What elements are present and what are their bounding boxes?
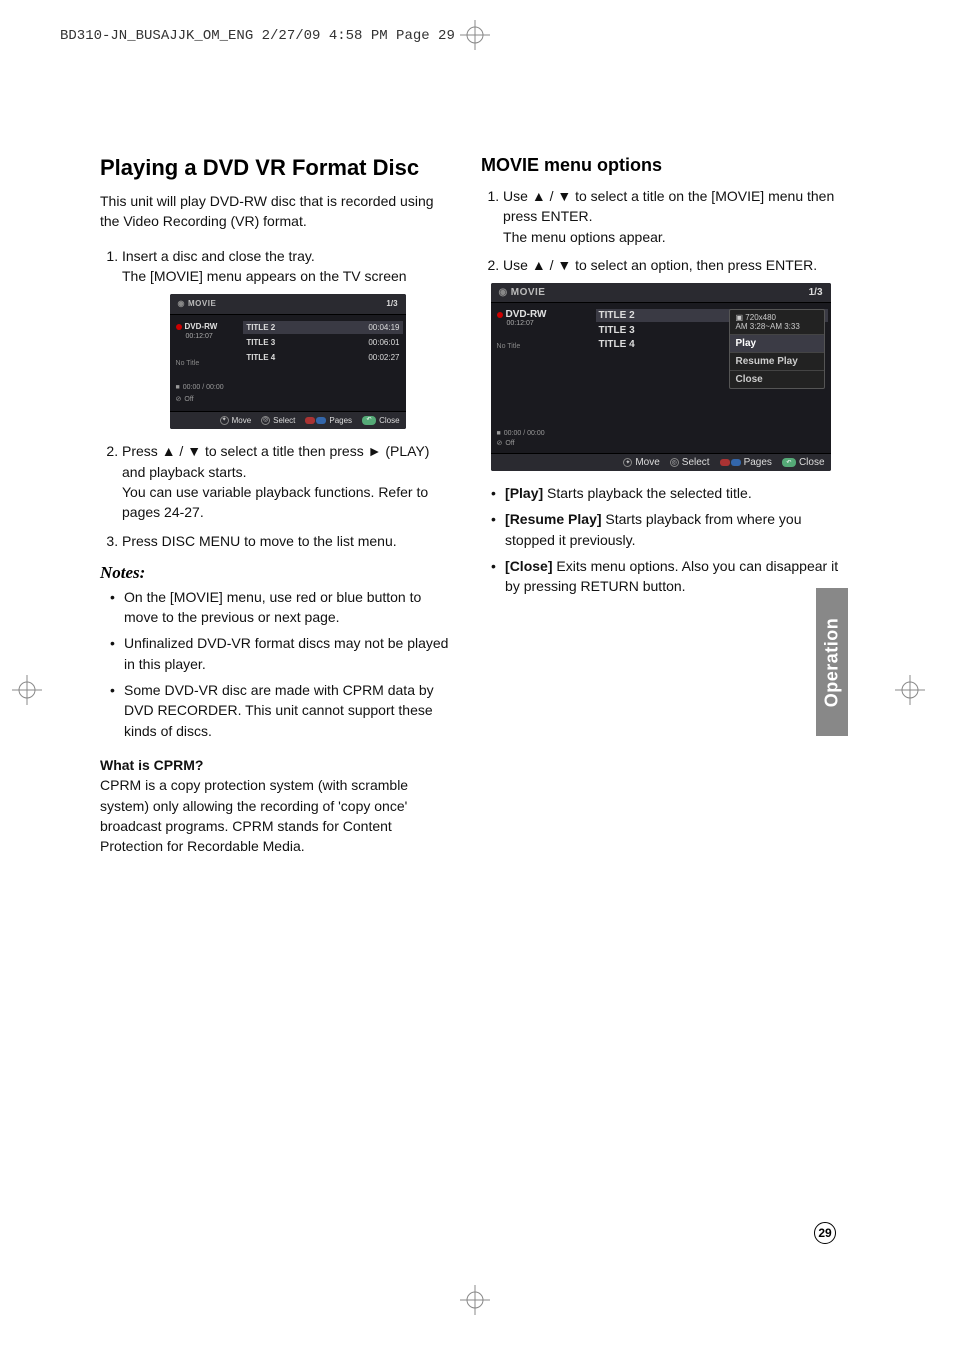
t: Press <box>122 443 162 459</box>
intro-text: This unit will play DVD-RW disc that is … <box>100 191 453 232</box>
up-down-icon: ▲ / ▼ <box>532 188 571 204</box>
step1-line1: Insert a disc and close the tray. <box>122 248 315 264</box>
right-step-1: Use ▲ / ▼ to select a title on the [MOVI… <box>503 186 840 247</box>
section-heading-left: Playing a DVD VR Format Disc <box>100 155 453 181</box>
ss-foot-move: Move <box>635 457 659 468</box>
ss-no-title: No Title <box>176 359 235 369</box>
ss-foot-close: Close <box>379 415 399 427</box>
ss-side-off: Off <box>505 440 514 447</box>
ss-foot-move: Move <box>232 415 252 427</box>
ss-side-time: 00:00 / 00:00 <box>183 383 224 393</box>
t: Use <box>503 188 532 204</box>
option-desc: [Close] Exits menu options. Also you can… <box>491 556 840 597</box>
opt-label: [Resume Play] <box>505 511 601 527</box>
popup-option-close: Close <box>730 371 824 388</box>
ss-disc-label: DVD-RW <box>185 321 218 333</box>
t: to select a title then press <box>201 443 368 459</box>
cprm-heading: What is CPRM? <box>100 755 453 775</box>
up-down-icon: ▲ / ▼ <box>532 257 571 273</box>
t: to select an option, then press ENTER. <box>571 257 817 273</box>
ss-disc-label: DVD-RW <box>506 309 547 320</box>
section-side-label: Operation <box>816 588 848 736</box>
crop-mark-right <box>895 675 925 705</box>
ss-side-off: Off <box>184 395 193 405</box>
right-step-2: Use ▲ / ▼ to select an option, then pres… <box>503 255 840 275</box>
ss-row-title: TITLE 3 <box>599 325 635 336</box>
left-step-1: Insert a disc and close the tray. The [M… <box>122 246 453 430</box>
ss-row-title: TITLE 3 <box>246 337 275 349</box>
note-item: On the [MOVIE] menu, use red or blue but… <box>110 587 453 628</box>
option-desc: [Play] Starts playback the selected titl… <box>491 483 840 503</box>
ss-foot-pages: Pages <box>329 415 352 427</box>
t: The menu options appear. <box>503 229 666 245</box>
crop-mark-bottom <box>460 1285 490 1315</box>
ss-title: MOVIE <box>188 299 216 308</box>
ss-row-dur: 00:04:19 <box>368 322 399 334</box>
ss-page-indicator: 1/3 <box>809 287 823 298</box>
screenshot-movie-options: ◉MOVIE 1/3 DVD-RW 00:12:07 No Title ■ 00… <box>491 283 831 471</box>
ss-foot-close: Close <box>799 457 825 468</box>
note-item: Some DVD-VR disc are made with CPRM data… <box>110 680 453 741</box>
section-heading-right: MOVIE menu options <box>481 155 840 176</box>
page-number: 29 <box>814 1222 836 1244</box>
crop-mark-top <box>460 20 490 50</box>
ss-no-title: No Title <box>497 343 587 350</box>
note-item: Unfinalized DVD-VR format discs may not … <box>110 633 453 674</box>
left-step-3: Press DISC MENU to move to the list menu… <box>122 531 453 551</box>
play-icon: ► <box>368 443 382 459</box>
ss-page-indicator: 1/3 <box>386 298 397 310</box>
ss-row-title: TITLE 2 <box>599 310 635 321</box>
screenshot-movie-list: ◉MOVIE 1/3 DVD-RW 00:12:07 No Title ■ 00… <box>170 294 406 429</box>
ss-row-title: TITLE 4 <box>246 352 275 364</box>
ss-side-time: 00:00 / 00:00 <box>504 430 545 437</box>
cprm-body: CPRM is a copy protection system (with s… <box>100 775 453 856</box>
popup-option-play: Play <box>730 335 824 353</box>
page-number-text: 29 <box>818 1226 831 1240</box>
ss-row-title: TITLE 4 <box>599 339 635 350</box>
option-desc: [Resume Play] Starts playback from where… <box>491 509 840 550</box>
ss-row-title: TITLE 2 <box>246 322 275 334</box>
notes-heading: Notes: <box>100 563 453 583</box>
right-column: MOVIE menu options Use ▲ / ▼ to select a… <box>481 155 840 856</box>
popup-timestamp: AM 3:28~AM 3:33 <box>736 322 818 331</box>
opt-label: [Close] <box>505 558 552 574</box>
ss-foot-select: Select <box>682 457 710 468</box>
side-label-text: Operation <box>822 617 843 707</box>
popup-resolution: 720x480 <box>745 313 776 322</box>
ss-row-dur: 00:02:27 <box>368 352 399 364</box>
page-content: Playing a DVD VR Format Disc This unit w… <box>100 155 840 856</box>
options-popup: ▣ 720x480 AM 3:28~AM 3:33 Play Resume Pl… <box>729 309 825 389</box>
crop-mark-left <box>12 675 42 705</box>
left-step-2: Press ▲ / ▼ to select a title then press… <box>122 441 453 522</box>
opt-text: Starts playback the selected title. <box>543 485 752 501</box>
up-down-icon: ▲ / ▼ <box>162 443 201 459</box>
print-header: BD310-JN_BUSAJJK_OM_ENG 2/27/09 4:58 PM … <box>60 28 455 44</box>
t: Use <box>503 257 532 273</box>
popup-option-resume: Resume Play <box>730 353 824 371</box>
ss-foot-pages: Pages <box>744 457 772 468</box>
t: You can use variable playback functions.… <box>122 484 428 520</box>
ss-title: MOVIE <box>511 287 546 298</box>
left-column: Playing a DVD VR Format Disc This unit w… <box>100 155 453 856</box>
ss-disc-time: 00:12:07 <box>507 320 587 327</box>
ss-row-dur: 00:06:01 <box>368 337 399 349</box>
opt-text: Exits menu options. Also you can disappe… <box>505 558 838 594</box>
ss-foot-select: Select <box>273 415 295 427</box>
ss-disc-time: 00:12:07 <box>186 332 235 342</box>
step1-line2: The [MOVIE] menu appears on the TV scree… <box>122 268 407 284</box>
opt-label: [Play] <box>505 485 543 501</box>
